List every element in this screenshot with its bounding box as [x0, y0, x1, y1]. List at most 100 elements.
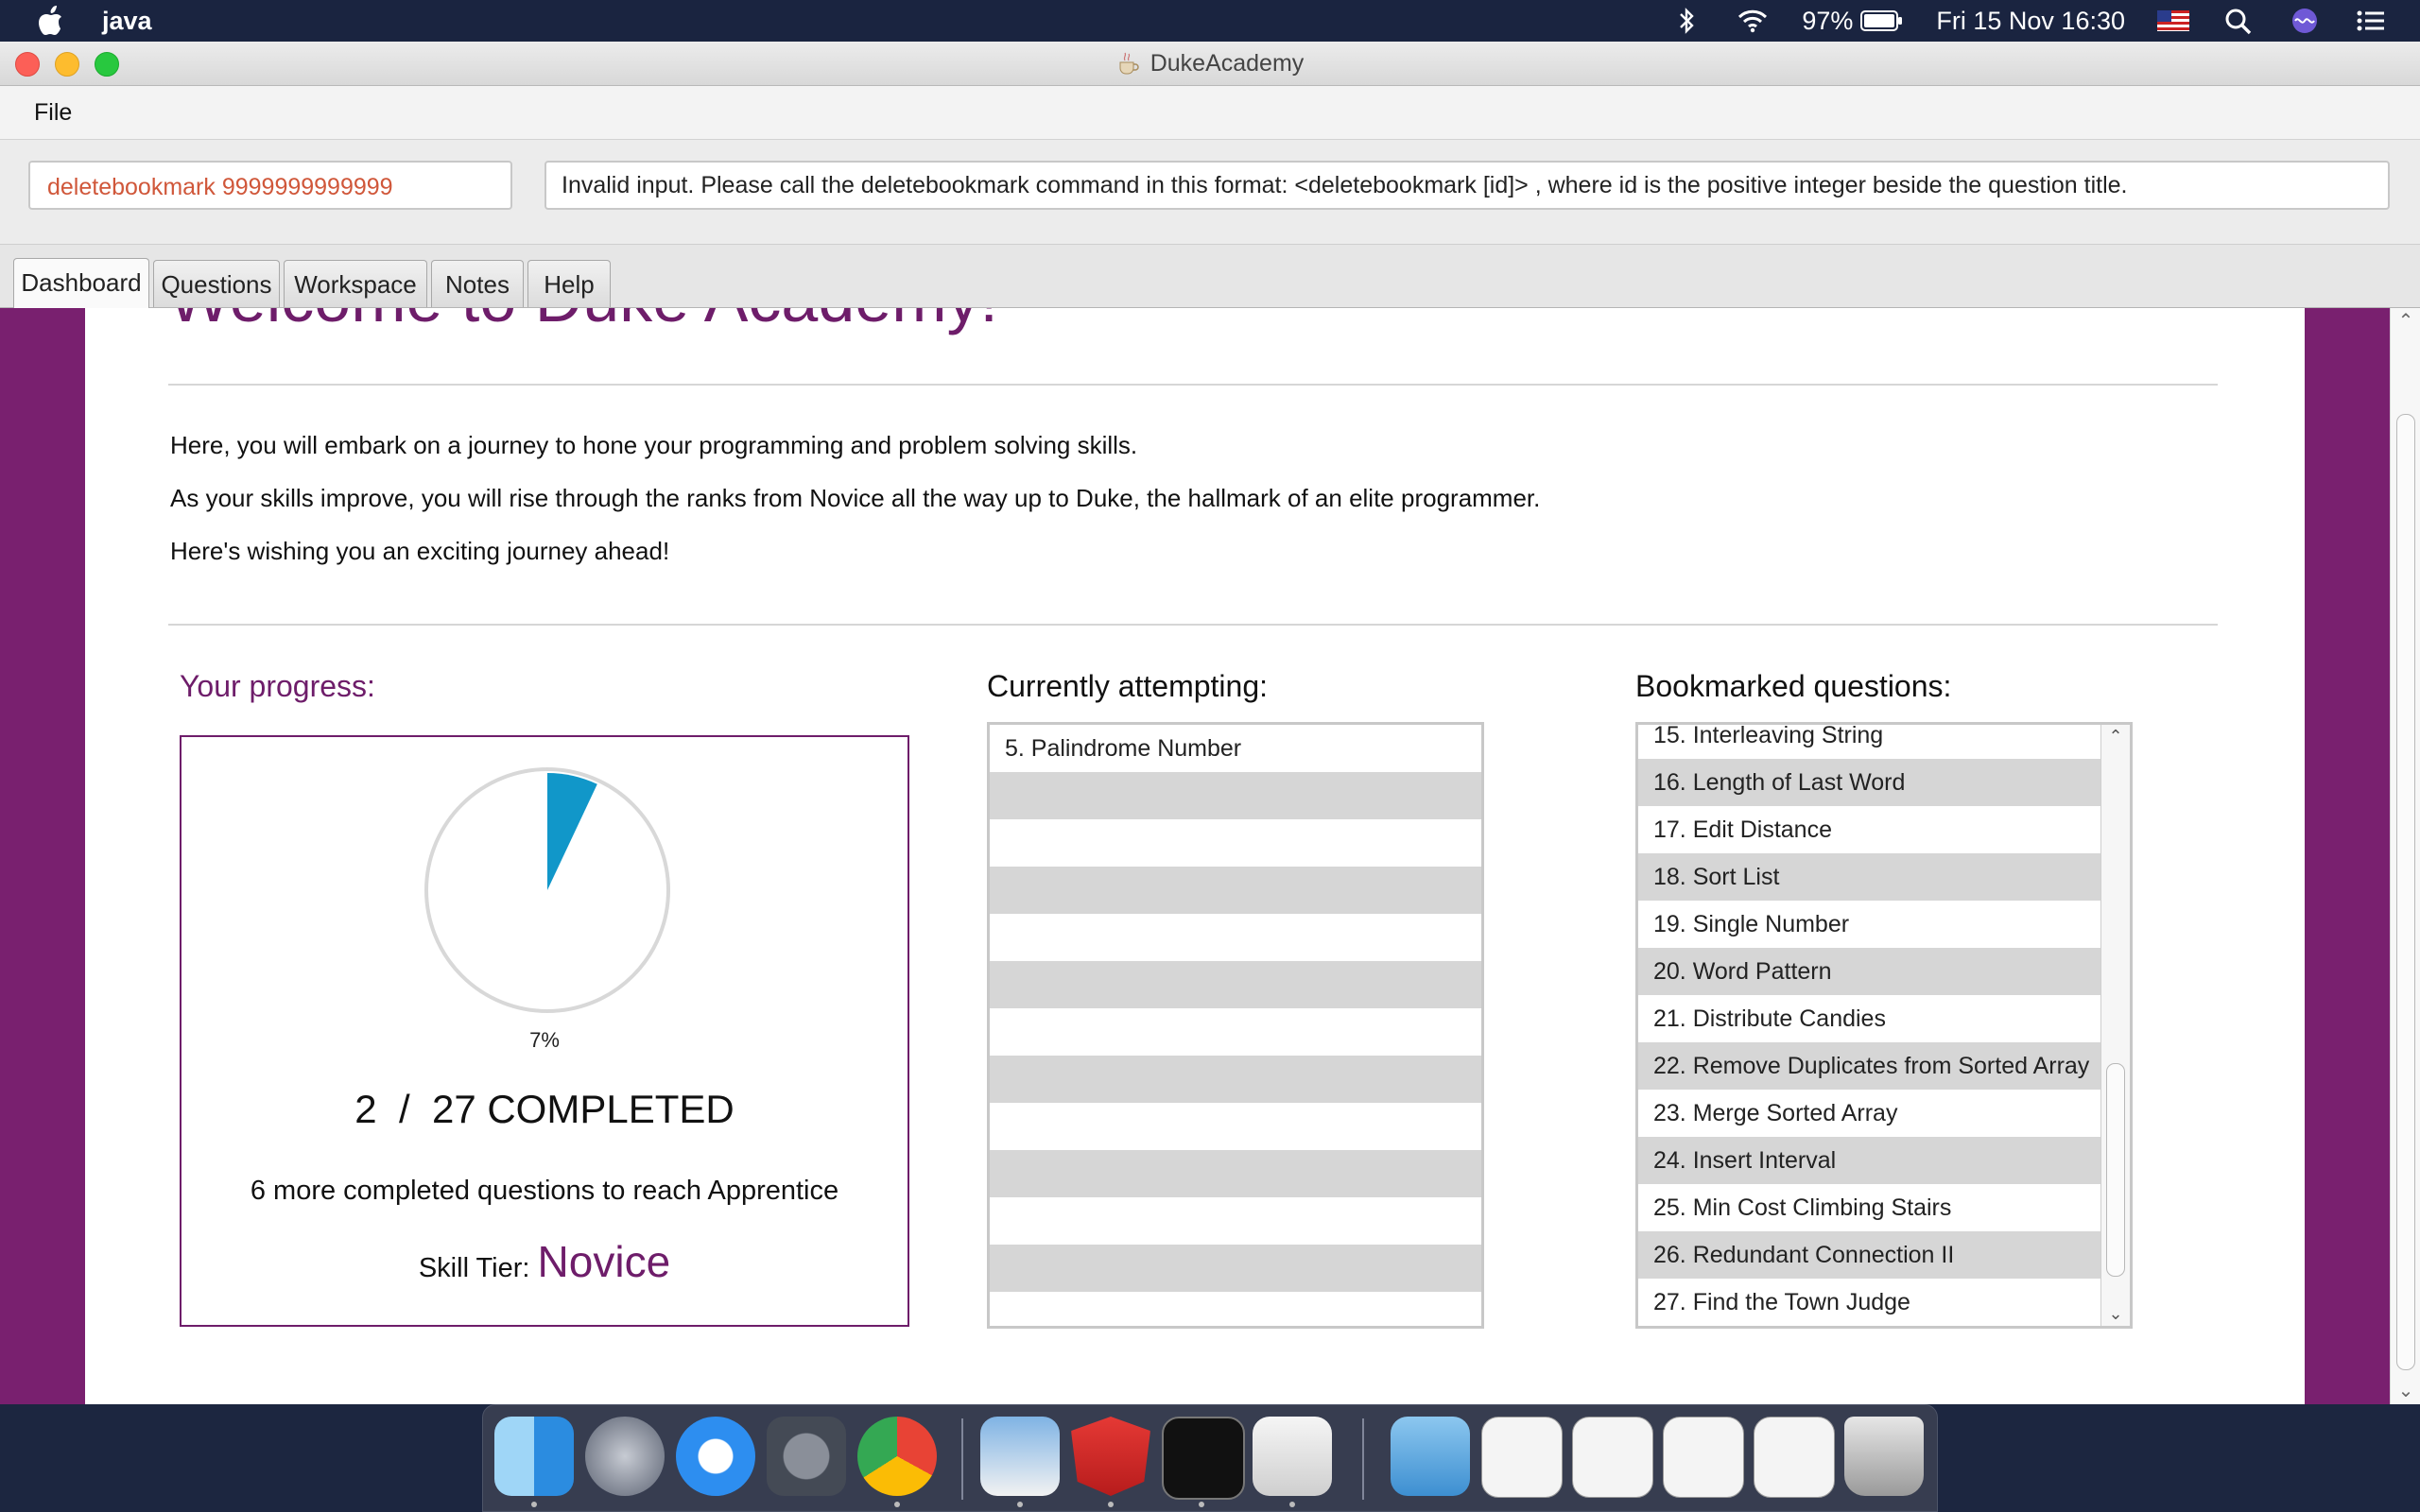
completed-total: 27 COMPLETED — [431, 1087, 735, 1131]
list-item[interactable] — [990, 1292, 1481, 1326]
command-area: deletebookmark 9999999999999 Invalid inp… — [0, 140, 2420, 245]
menu-file[interactable]: File — [34, 99, 72, 127]
running-indicator — [1289, 1502, 1295, 1507]
bookmarked-rows: 15. Interleaving String 16. Length of Las… — [1638, 725, 2103, 1326]
list-item[interactable]: 19. Single Number — [1638, 901, 2103, 948]
list-item[interactable]: 24. Insert Interval — [1638, 1137, 2103, 1184]
notification-center-icon[interactable] — [2354, 7, 2388, 35]
terminal-icon[interactable] — [1162, 1417, 1245, 1500]
running-indicator — [531, 1502, 537, 1507]
tab-dashboard[interactable]: Dashboard — [13, 258, 149, 308]
progress-pie-chart — [424, 767, 670, 1013]
completed-count: 2 / 27 COMPLETED — [182, 1087, 908, 1132]
title-bar[interactable]: DukeAcademy — [0, 42, 2420, 86]
scroll-down-icon[interactable]: ⌄ — [2105, 1304, 2126, 1324]
list-item[interactable]: 21. Distribute Candies — [1638, 995, 2103, 1042]
bookmarked-heading: Bookmarked questions: — [1635, 669, 1952, 703]
intro-line-2: As your skills improve, you will rise th… — [170, 484, 1541, 512]
skill-tier-label: Skill Tier: — [418, 1253, 530, 1283]
window-minimize-button[interactable] — [55, 52, 79, 77]
right-border — [2305, 308, 2390, 1404]
completed-number: 2 — [354, 1087, 377, 1131]
attempting-list[interactable]: 5. Palindrome Number — [987, 722, 1484, 1329]
tab-help[interactable]: Help — [527, 260, 611, 307]
left-border — [0, 308, 85, 1404]
command-input[interactable]: deletebookmark 9999999999999 — [28, 161, 512, 210]
window-title: DukeAcademy — [1150, 49, 1305, 77]
dock-separator — [1362, 1418, 1364, 1500]
list-item[interactable]: 23. Merge Sorted Array — [1638, 1090, 2103, 1137]
tab-bar: Dashboard Questions Workspace Notes Help — [0, 245, 2420, 308]
list-item[interactable]: 22. Remove Duplicates from Sorted Array — [1638, 1042, 2103, 1090]
clock[interactable]: Fri 15 Nov 16:30 — [1936, 7, 2125, 36]
list-item[interactable] — [990, 867, 1481, 914]
bluetooth-icon[interactable] — [1669, 7, 1703, 35]
java-cup-icon[interactable] — [1253, 1417, 1332, 1496]
running-indicator — [1199, 1502, 1204, 1507]
tab-questions[interactable]: Questions — [153, 260, 280, 307]
finder-icon[interactable] — [494, 1417, 574, 1496]
spotlight-search-icon[interactable] — [2221, 7, 2256, 35]
system-preferences-icon[interactable] — [767, 1417, 846, 1496]
list-item[interactable] — [990, 1103, 1481, 1150]
list-item[interactable]: 15. Interleaving String — [1638, 725, 2103, 759]
scroll-down-icon[interactable]: ⌄ — [2396, 1382, 2415, 1400]
list-item[interactable] — [990, 1056, 1481, 1103]
list-item[interactable] — [990, 1008, 1481, 1056]
window-zoom-button[interactable] — [95, 52, 119, 77]
list-item[interactable] — [990, 819, 1481, 867]
running-indicator — [1017, 1502, 1023, 1507]
list-item[interactable]: 25. Min Cost Climbing Stairs — [1638, 1184, 2103, 1231]
wifi-icon[interactable] — [1736, 7, 1770, 35]
list-item[interactable]: 26. Redundant Connection II — [1638, 1231, 2103, 1279]
dashboard-view: Welcome to Duke Academy! Here, you will … — [0, 308, 2420, 1404]
list-item[interactable] — [990, 1245, 1481, 1292]
tab-workspace[interactable]: Workspace — [284, 260, 427, 307]
apple-logo-icon[interactable] — [38, 5, 66, 37]
list-item[interactable]: 16. Length of Last Word — [1638, 759, 2103, 806]
siri-icon[interactable] — [2288, 7, 2322, 35]
window-thumbnail-icon[interactable] — [1481, 1417, 1563, 1498]
list-item[interactable] — [990, 1150, 1481, 1197]
window-thumbnail-icon[interactable] — [1754, 1417, 1835, 1498]
scrollbar-thumb[interactable] — [2106, 1063, 2125, 1277]
safari-icon[interactable] — [676, 1417, 755, 1496]
window-thumbnail-icon[interactable] — [1572, 1417, 1653, 1498]
intro-line-1: Here, you will embark on a journey to ho… — [170, 431, 1138, 459]
scrollbar-thumb[interactable] — [2396, 414, 2415, 1370]
launchpad-icon[interactable] — [585, 1417, 665, 1496]
command-result-display: Invalid input. Please call the deleteboo… — [544, 161, 2390, 210]
window-thumbnail-icon[interactable] — [1663, 1417, 1744, 1498]
list-item[interactable] — [990, 961, 1481, 1008]
list-item[interactable]: 20. Word Pattern — [1638, 948, 2103, 995]
list-item[interactable]: 5. Palindrome Number — [990, 725, 1481, 772]
bookmarked-list[interactable]: 15. Interleaving String 16. Length of Las… — [1635, 722, 2133, 1329]
list-item[interactable]: 18. Sort List — [1638, 853, 2103, 901]
welcome-heading: Welcome to Duke Academy! — [168, 308, 998, 336]
scroll-up-icon[interactable]: ⌃ — [2105, 727, 2126, 747]
page-scrollbar[interactable]: ⌃ ⌄ — [2390, 308, 2420, 1404]
progress-heading: Your progress: — [180, 669, 375, 703]
dock — [482, 1404, 1938, 1512]
list-item[interactable]: 27. Find the Town Judge — [1638, 1279, 2103, 1326]
chrome-icon[interactable] — [857, 1417, 937, 1496]
scroll-up-icon[interactable]: ⌃ — [2396, 312, 2415, 331]
us-flag-icon[interactable] — [2157, 10, 2189, 31]
dashboard-page: Welcome to Duke Academy! Here, you will … — [85, 308, 2305, 1404]
window-close-button[interactable] — [15, 52, 40, 77]
trash-icon[interactable] — [1844, 1417, 1924, 1496]
list-item[interactable] — [990, 1197, 1481, 1245]
angular-icon[interactable] — [1071, 1417, 1150, 1496]
tab-notes[interactable]: Notes — [431, 260, 524, 307]
bookmarked-scrollbar[interactable]: ⌃ ⌄ — [2100, 725, 2130, 1326]
intro-line-3: Here's wishing you an exciting journey a… — [170, 537, 670, 565]
list-item[interactable]: 17. Edit Distance — [1638, 806, 2103, 853]
battery-icon[interactable] — [1860, 9, 1904, 32]
list-item[interactable] — [990, 914, 1481, 961]
downloads-folder-icon[interactable] — [1391, 1417, 1470, 1496]
running-indicator — [894, 1502, 900, 1507]
list-item[interactable] — [990, 772, 1481, 819]
active-app-name[interactable]: java — [102, 7, 152, 36]
app-menu-bar: File — [0, 86, 2420, 140]
preview-icon[interactable] — [980, 1417, 1060, 1496]
